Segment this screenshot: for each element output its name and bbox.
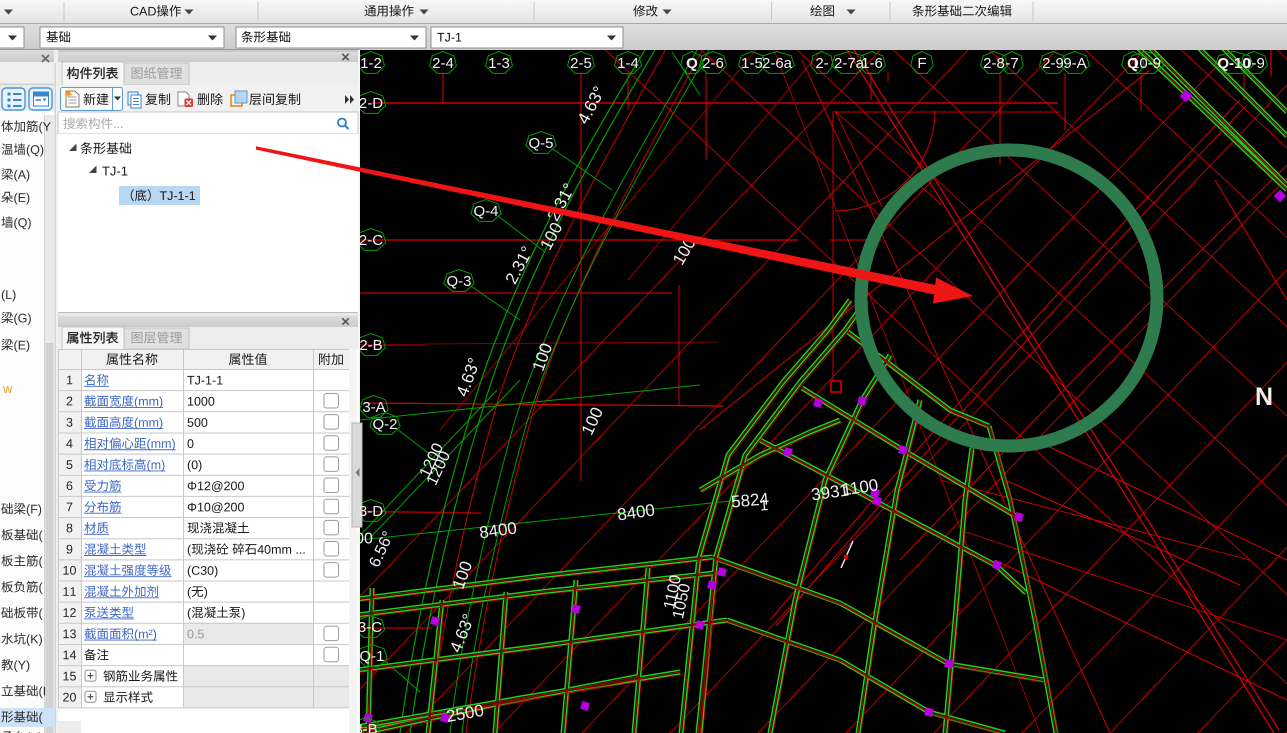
svg-text:2-D: 2-D xyxy=(359,95,383,112)
svg-text:2-6: 2-6 xyxy=(702,55,724,72)
svg-text:F: F xyxy=(917,55,926,72)
svg-text:0-9: 0-9 xyxy=(1243,55,1265,72)
svg-text:1-3: 1-3 xyxy=(488,55,510,72)
svg-text:Q-1: Q-1 xyxy=(359,648,384,665)
svg-text:1: 1 xyxy=(759,497,769,515)
svg-text:2-5: 2-5 xyxy=(570,55,592,72)
svg-text:2-C: 2-C xyxy=(359,232,383,249)
svg-text:2-9: 2-9 xyxy=(1042,55,1064,72)
svg-text:2-: 2- xyxy=(815,55,828,72)
svg-text:N: N xyxy=(1255,383,1273,411)
svg-text:Q-2: Q-2 xyxy=(372,416,397,433)
svg-text:9-A: 9-A xyxy=(1063,55,1086,72)
svg-text:3-B: 3-B xyxy=(354,721,377,733)
svg-text:1-2: 1-2 xyxy=(360,55,382,72)
svg-text:00: 00 xyxy=(355,531,373,548)
svg-text:2-7a: 2-7a xyxy=(834,55,865,72)
svg-text:1-5: 1-5 xyxy=(741,55,763,72)
svg-text:Q-3: Q-3 xyxy=(446,273,471,290)
svg-text:3-A: 3-A xyxy=(362,399,385,416)
svg-text:2-6a: 2-6a xyxy=(762,55,793,72)
svg-text:-7: -7 xyxy=(1005,55,1018,72)
svg-text:2-B: 2-B xyxy=(359,337,382,354)
svg-text:2-4: 2-4 xyxy=(432,55,454,72)
svg-text:1-4: 1-4 xyxy=(617,55,639,72)
svg-text:3-D: 3-D xyxy=(359,503,383,520)
svg-text:3-C: 3-C xyxy=(358,619,382,636)
svg-text:Q: Q xyxy=(686,55,698,72)
svg-text:Q-4: Q-4 xyxy=(473,203,498,220)
svg-text:2-8: 2-8 xyxy=(983,55,1005,72)
svg-text:1-6: 1-6 xyxy=(861,55,883,72)
svg-text:10-9: 10-9 xyxy=(1131,55,1161,72)
svg-text:Q-5: Q-5 xyxy=(528,135,553,152)
